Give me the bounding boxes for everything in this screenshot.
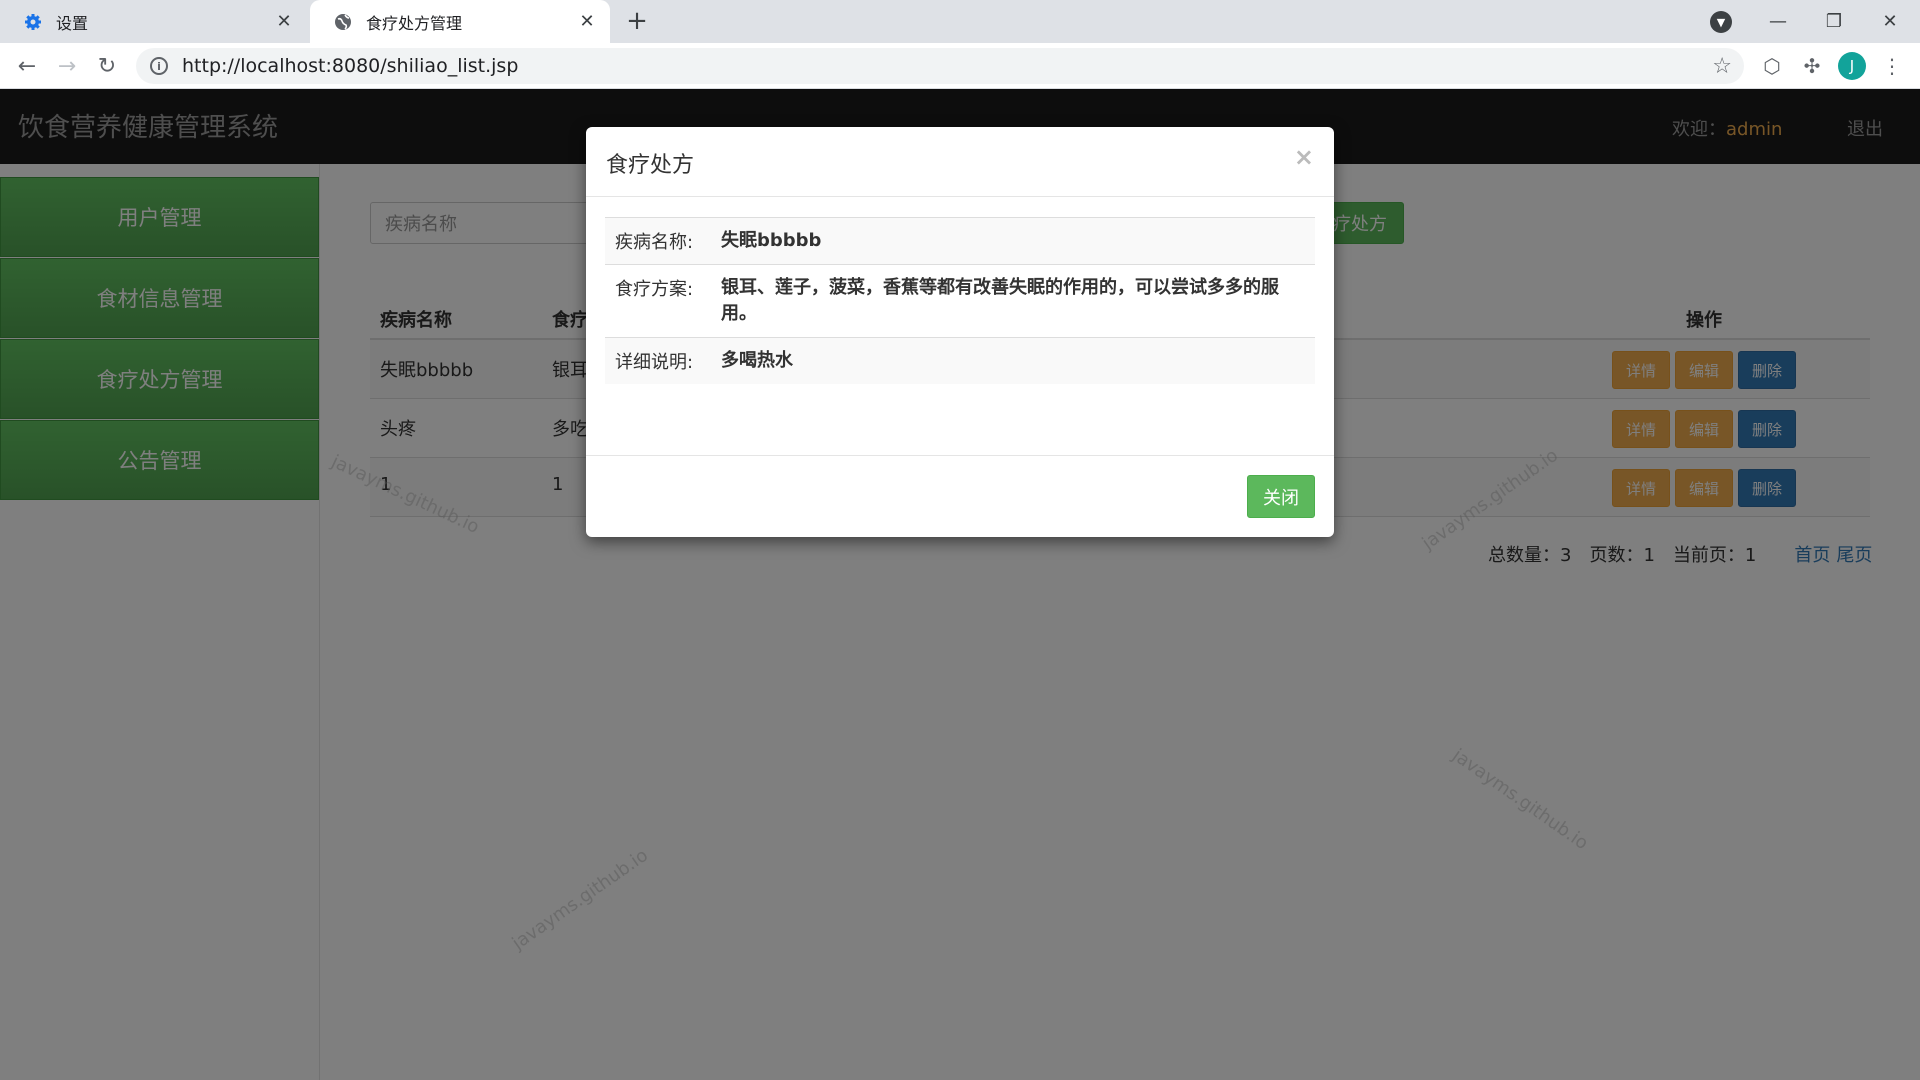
back-icon[interactable]: ← bbox=[11, 50, 43, 82]
detail-row: 详细说明: 多喝热水 bbox=[605, 337, 1315, 384]
modal-body: 疾病名称: 失眠bbbbb 食疗方案: 银耳、莲子，菠菜，香蕉等都有改善失眠的作… bbox=[586, 197, 1334, 384]
detail-value: 多喝热水 bbox=[711, 337, 1315, 384]
info-icon[interactable]: i bbox=[150, 57, 168, 75]
address-bar[interactable]: i http://localhost:8080/shiliao_list.jsp… bbox=[136, 48, 1744, 84]
new-tab-button[interactable]: + bbox=[622, 6, 652, 36]
tab-title: 设置 bbox=[56, 13, 89, 33]
detail-label: 详细说明: bbox=[605, 337, 711, 384]
modal-header: 食疗处方 × bbox=[586, 127, 1334, 197]
tab-settings[interactable]: 设置 ✕ bbox=[0, 0, 307, 43]
star-icon[interactable]: ☆ bbox=[1712, 54, 1732, 79]
close-icon[interactable]: ✕ bbox=[578, 11, 596, 32]
minimize-icon[interactable]: — bbox=[1750, 0, 1806, 43]
globe-icon bbox=[334, 13, 352, 31]
detail-row: 食疗方案: 银耳、莲子，菠菜，香蕉等都有改善失眠的作用的，可以尝试多多的服用。 bbox=[605, 264, 1315, 338]
tab-title: 食疗处方管理 bbox=[366, 13, 463, 33]
extension-icon[interactable]: ⬡ bbox=[1757, 51, 1787, 81]
reload-icon[interactable]: ↻ bbox=[91, 50, 123, 82]
detail-value: 银耳、莲子，菠菜，香蕉等都有改善失眠的作用的，可以尝试多多的服用。 bbox=[711, 264, 1315, 338]
detail-table: 疾病名称: 失眠bbbbb 食疗方案: 银耳、莲子，菠菜，香蕉等都有改善失眠的作… bbox=[605, 217, 1315, 384]
detail-label: 疾病名称: bbox=[605, 217, 711, 265]
puzzle-icon[interactable]: ✣ bbox=[1797, 51, 1827, 81]
close-icon[interactable]: ✕ bbox=[275, 11, 293, 32]
detail-label: 食疗方案: bbox=[605, 264, 711, 338]
browser-tab-bar: 设置 ✕ 食疗处方管理 ✕ + ▼ — ❐ ✕ bbox=[0, 0, 1920, 43]
forward-icon[interactable]: → bbox=[51, 50, 83, 82]
modal-title: 食疗处方 bbox=[606, 153, 695, 178]
restore-icon[interactable]: ❐ bbox=[1806, 0, 1862, 43]
tab-search-icon[interactable]: ▼ bbox=[1710, 11, 1732, 33]
menu-dots-icon[interactable]: ⋮ bbox=[1877, 51, 1907, 81]
profile-avatar[interactable]: J bbox=[1838, 52, 1866, 80]
gear-icon bbox=[24, 13, 42, 31]
tab-shiliao[interactable]: 食疗处方管理 ✕ bbox=[310, 0, 610, 43]
detail-value: 失眠bbbbb bbox=[711, 217, 1315, 265]
detail-modal: 食疗处方 × 疾病名称: 失眠bbbbb 食疗方案: 银耳、莲子，菠菜，香蕉等都… bbox=[586, 127, 1334, 537]
detail-row: 疾病名称: 失眠bbbbb bbox=[605, 217, 1315, 265]
close-button[interactable]: 关闭 bbox=[1247, 475, 1315, 518]
window-close-icon[interactable]: ✕ bbox=[1862, 0, 1918, 43]
modal-footer: 关闭 bbox=[586, 455, 1334, 537]
browser-toolbar: ← → ↻ i http://localhost:8080/shiliao_li… bbox=[0, 43, 1920, 89]
url-text: http://localhost:8080/shiliao_list.jsp bbox=[182, 55, 519, 77]
close-icon[interactable]: × bbox=[1294, 143, 1314, 171]
